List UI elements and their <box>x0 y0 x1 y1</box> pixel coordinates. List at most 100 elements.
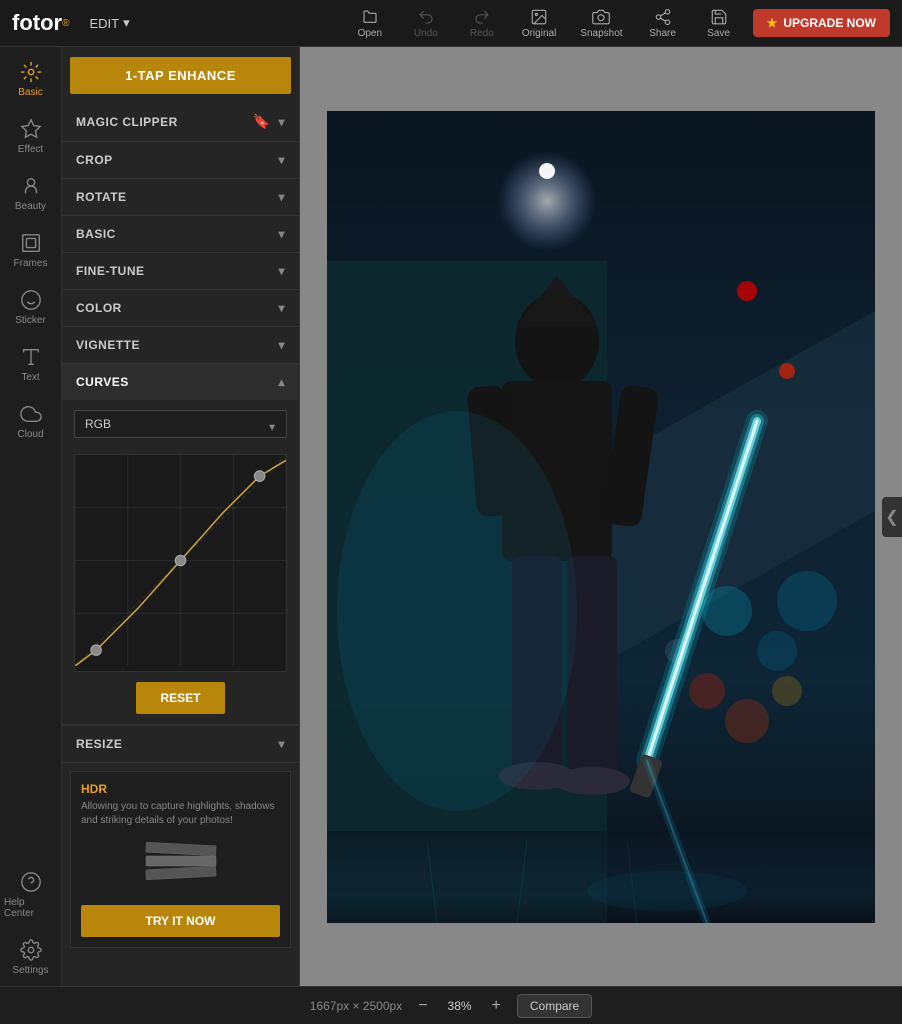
vignette-label: VIGNETTE <box>76 338 140 352</box>
sidebar-item-frames[interactable]: Frames <box>0 222 61 279</box>
redo-label: Redo <box>470 28 494 39</box>
logo-text: fotor <box>12 10 62 36</box>
basic-tool-header[interactable]: BASIC ▾ <box>62 216 299 252</box>
sidebar-item-settings[interactable]: Settings <box>0 929 61 986</box>
photo-background <box>327 111 875 923</box>
logo-superscript: ® <box>62 18 69 29</box>
rotate-header[interactable]: ROTATE ▾ <box>62 179 299 215</box>
magic-clipper-chevron-icon: ▾ <box>278 115 285 129</box>
main-area: Basic Effect Beauty Frames Sticker Text … <box>0 47 902 986</box>
basic-tool-label: BASIC <box>76 227 116 241</box>
sidebar-item-basic[interactable]: Basic <box>0 51 61 108</box>
original-icon <box>530 8 548 26</box>
sidebar-item-help[interactable]: Help Center <box>0 861 61 929</box>
curves-reset-button[interactable]: RESET <box>136 682 224 714</box>
effect-label: Effect <box>18 144 43 155</box>
hdr-description: Allowing you to capture highlights, shad… <box>81 800 280 828</box>
cloud-icon <box>20 403 42 425</box>
sidebar-item-cloud[interactable]: Cloud <box>0 393 61 450</box>
save-label: Save <box>707 28 730 39</box>
curves-graph[interactable] <box>74 454 287 672</box>
curves-label: CURVES <box>76 375 129 389</box>
logo: fotor® <box>12 10 69 36</box>
color-header[interactable]: COLOR ▾ <box>62 290 299 326</box>
zoom-in-button[interactable]: + <box>488 996 505 1016</box>
beauty-label: Beauty <box>15 201 46 212</box>
frames-icon <box>20 232 42 254</box>
crop-header[interactable]: CROP ▾ <box>62 142 299 178</box>
undo-button[interactable]: Undo <box>400 4 452 43</box>
settings-label: Settings <box>12 965 48 976</box>
curves-svg <box>75 455 286 666</box>
tool-section-fine-tune: FINE-TUNE ▾ <box>62 253 299 290</box>
upgrade-button[interactable]: ★ UPGRADE NOW <box>753 9 890 37</box>
color-chevron-icon: ▾ <box>278 301 285 315</box>
rotate-chevron-icon: ▾ <box>278 190 285 204</box>
fine-tune-header[interactable]: FINE-TUNE ▾ <box>62 253 299 289</box>
basic-chevron-icon: ▾ <box>278 227 285 241</box>
sidebar-bottom: Help Center Settings <box>0 861 61 986</box>
magic-clipper-label: MAGIC CLIPPER <box>76 115 178 129</box>
upgrade-star-icon: ★ <box>767 16 778 30</box>
curves-chevron-icon: ▴ <box>278 375 285 389</box>
redo-button[interactable]: Redo <box>456 4 508 43</box>
compare-button[interactable]: Compare <box>517 994 592 1018</box>
sidebar-item-text[interactable]: Text <box>0 336 61 393</box>
tool-section-magic-clipper: MAGIC CLIPPER 🔖 ▾ <box>62 102 299 142</box>
sidebar-item-effect[interactable]: Effect <box>0 108 61 165</box>
frames-label: Frames <box>14 258 48 269</box>
hdr-promo: HDR Allowing you to capture highlights, … <box>70 771 291 948</box>
resize-header[interactable]: RESIZE ▾ <box>62 725 299 762</box>
rgb-channel-select[interactable]: RGB Red Green Blue <box>74 410 287 438</box>
photo-svg <box>327 111 875 923</box>
open-button[interactable]: Open <box>344 4 396 43</box>
snapshot-icon <box>592 8 610 26</box>
edit-menu-button[interactable]: EDIT ▾ <box>89 15 129 31</box>
tools-panel: 1-TAP ENHANCE MAGIC CLIPPER 🔖 ▾ CROP ▾ <box>62 47 300 986</box>
share-label: Share <box>649 28 676 39</box>
snapshot-label: Snapshot <box>580 28 622 39</box>
tool-section-color: COLOR ▾ <box>62 290 299 327</box>
canvas-area: ❮ <box>300 47 902 986</box>
snapshot-button[interactable]: Snapshot <box>570 4 632 43</box>
effect-icon <box>20 118 42 140</box>
open-icon <box>361 8 379 26</box>
hdr-title: HDR <box>81 782 280 796</box>
hdr-try-button[interactable]: TRY IT NOW <box>81 905 280 937</box>
sidebar-item-beauty[interactable]: Beauty <box>0 165 61 222</box>
settings-icon <box>20 939 42 961</box>
zoom-out-button[interactable]: − <box>414 996 431 1016</box>
save-icon <box>710 8 728 26</box>
vignette-chevron-icon: ▾ <box>278 338 285 352</box>
enhance-button[interactable]: 1-TAP ENHANCE <box>70 57 291 94</box>
edit-label: EDIT <box>89 16 119 31</box>
tool-section-basic: BASIC ▾ <box>62 216 299 253</box>
save-button[interactable]: Save <box>693 4 745 43</box>
toolbar-actions: Open Undo Redo Original Snapshot Share S… <box>344 4 745 43</box>
cloud-label: Cloud <box>17 429 43 440</box>
crop-chevron-icon: ▾ <box>278 153 285 167</box>
image-dimensions: 1667px × 2500px <box>310 999 402 1013</box>
vignette-header[interactable]: VIGNETTE ▾ <box>62 327 299 363</box>
top-bar: fotor® EDIT ▾ Open Undo Redo Original Sn… <box>0 0 902 47</box>
share-button[interactable]: Share <box>637 4 689 43</box>
tool-section-vignette: VIGNETTE ▾ <box>62 327 299 364</box>
magic-clipper-header-left: MAGIC CLIPPER <box>76 115 178 129</box>
fine-tune-chevron-icon: ▾ <box>278 264 285 278</box>
sidebar-item-sticker[interactable]: Sticker <box>0 279 61 336</box>
original-button[interactable]: Original <box>512 4 566 43</box>
bottom-bar: 1667px × 2500px − 38% + Compare <box>0 986 902 1024</box>
undo-icon <box>417 8 435 26</box>
undo-label: Undo <box>414 28 438 39</box>
rgb-select-wrap: RGB Red Green Blue <box>74 410 287 446</box>
hdr-layers-svg <box>141 836 221 886</box>
sticker-label: Sticker <box>15 315 46 326</box>
help-label: Help Center <box>4 897 57 919</box>
curves-header[interactable]: CURVES ▴ <box>62 364 299 400</box>
original-label: Original <box>522 28 556 39</box>
right-panel-toggle[interactable]: ❮ <box>882 497 902 537</box>
rotate-label: ROTATE <box>76 190 127 204</box>
basic-label: Basic <box>18 87 42 98</box>
magic-clipper-header[interactable]: MAGIC CLIPPER 🔖 ▾ <box>62 102 299 141</box>
tool-section-crop: CROP ▾ <box>62 142 299 179</box>
